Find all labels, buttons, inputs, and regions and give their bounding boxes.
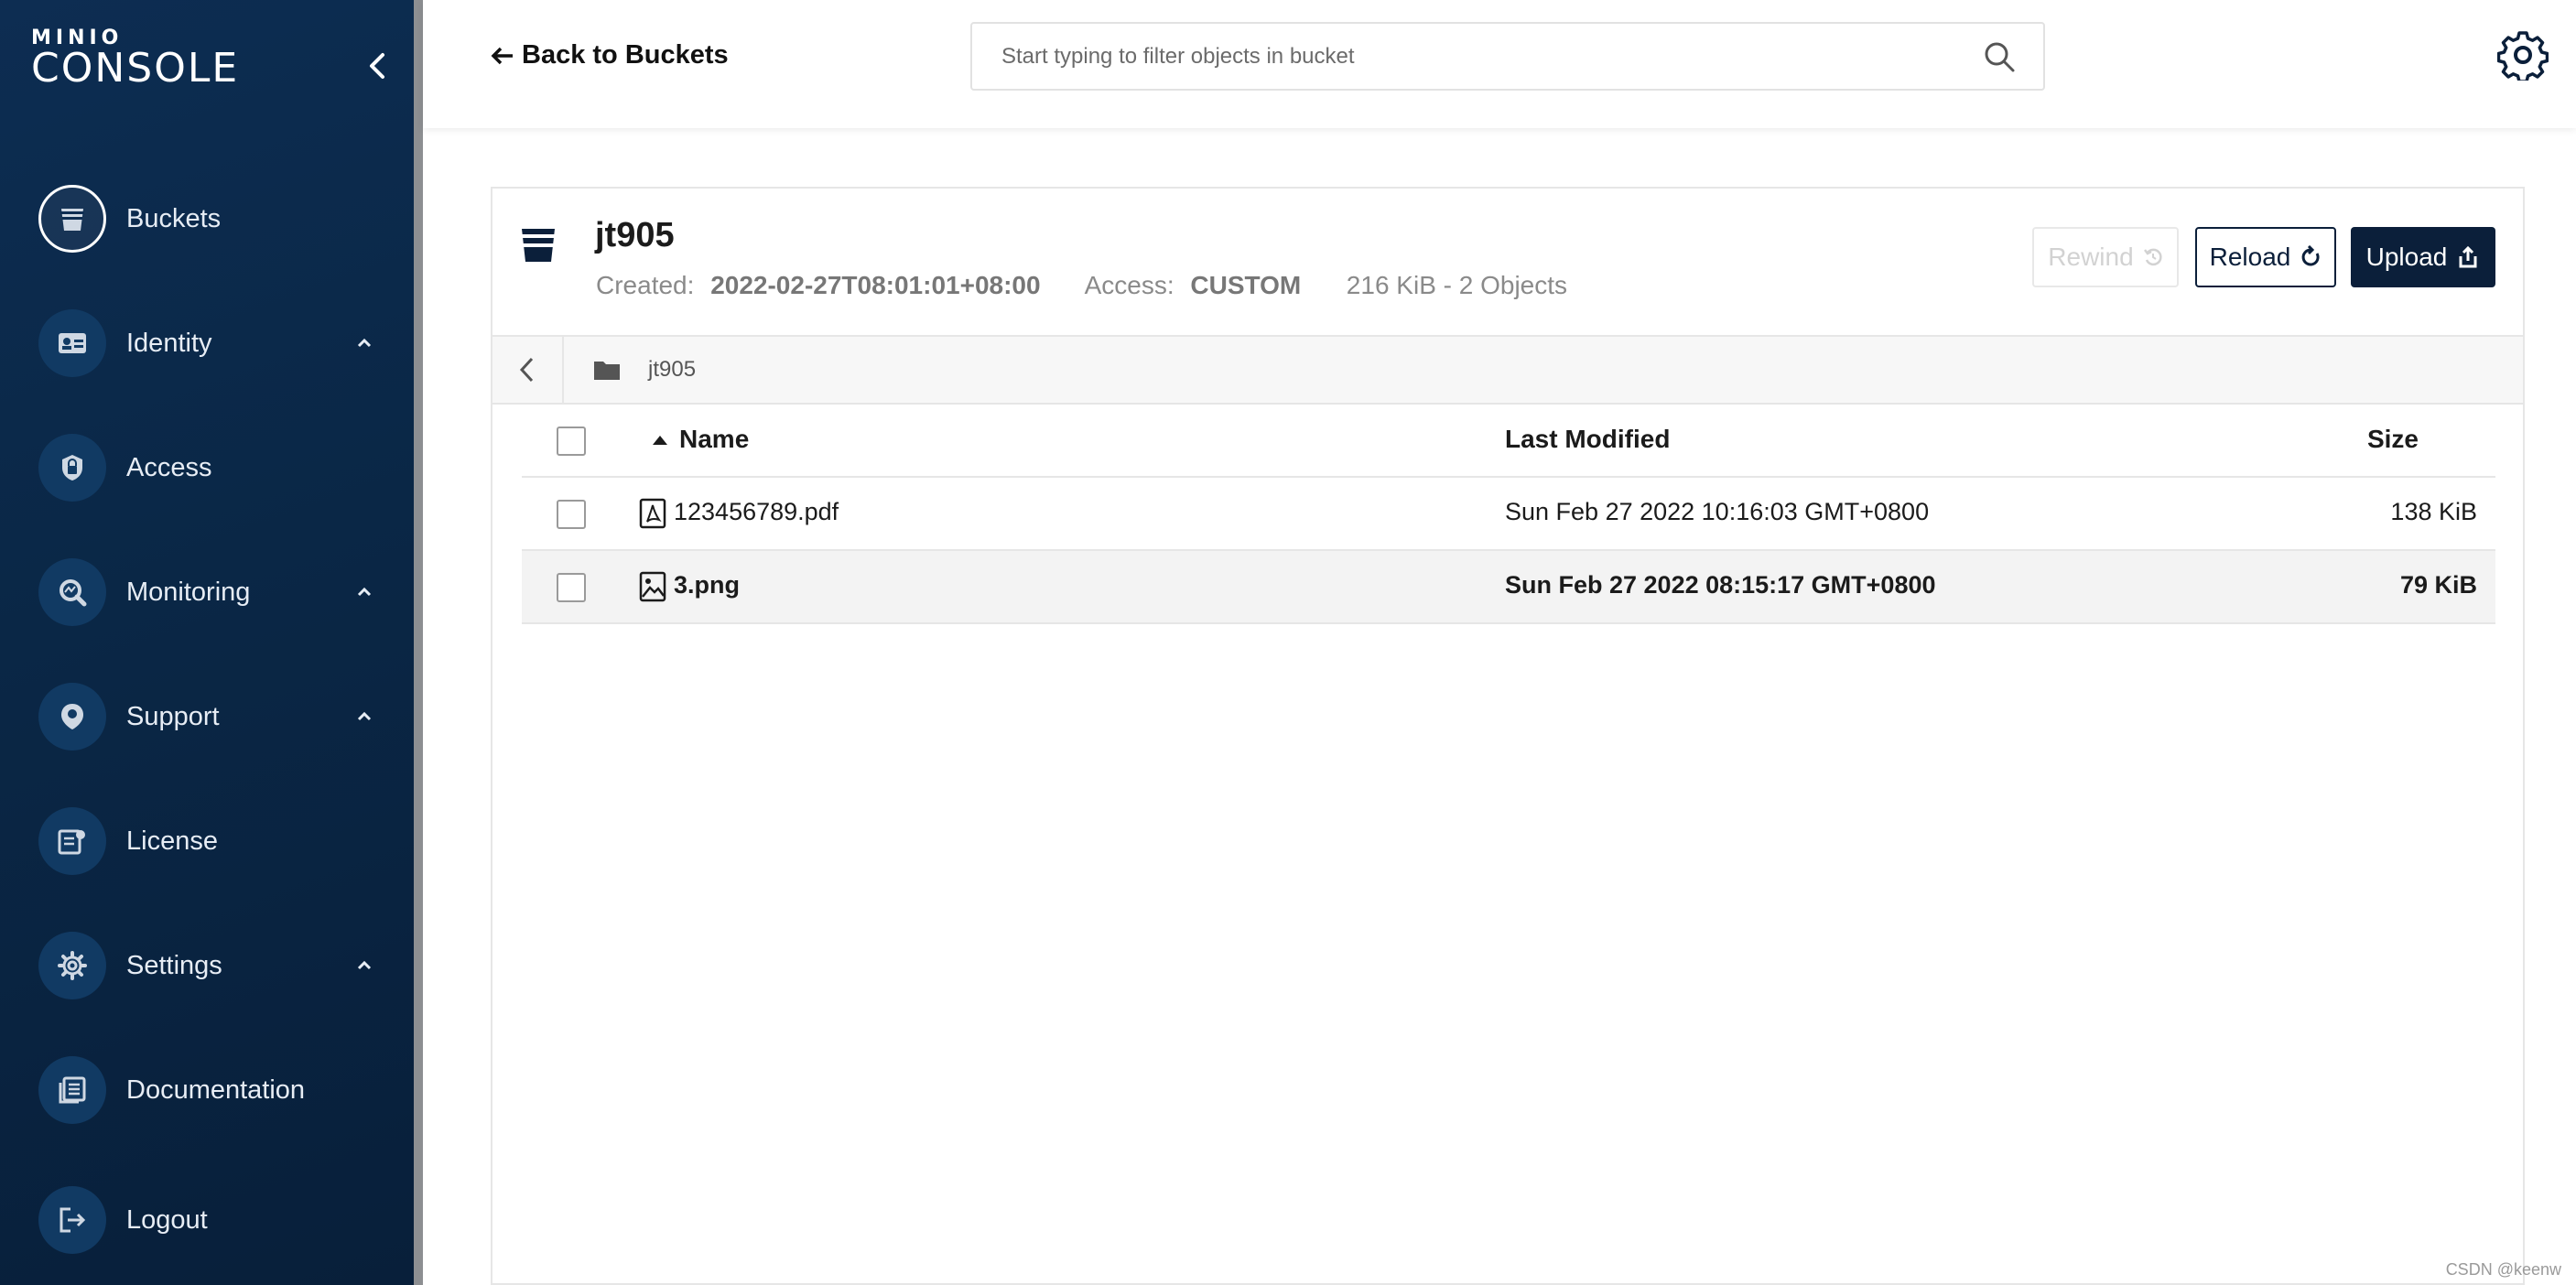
- sidebar-item-identity[interactable]: Identity: [0, 302, 414, 384]
- refresh-icon: [2301, 245, 2320, 266]
- sidebar-item-documentation[interactable]: Documentation: [0, 1049, 414, 1131]
- sidebar-item-label: Settings: [126, 950, 222, 980]
- access-value: CUSTOM: [1190, 271, 1302, 299]
- chevron-up-icon: [357, 960, 372, 970]
- breadcrumb: jt905: [492, 335, 2523, 405]
- column-header-last-modified[interactable]: Last Modified: [1505, 425, 1670, 454]
- license-icon: [38, 807, 106, 875]
- pdf-file-icon: [639, 498, 666, 529]
- column-header-name[interactable]: Name: [679, 425, 749, 454]
- search-input[interactable]: [972, 24, 1961, 89]
- chevron-up-icon: [357, 338, 372, 348]
- upload-label: Upload: [2365, 243, 2448, 271]
- rewind-button[interactable]: Rewind: [2032, 227, 2179, 287]
- lock-icon: [38, 434, 106, 502]
- folder-icon: [594, 362, 620, 380]
- chevron-left-icon: [370, 53, 384, 79]
- sidebar-item-label: Logout: [126, 1204, 208, 1235]
- rewind-label: Rewind: [2048, 243, 2134, 271]
- access-label: Access:: [1084, 271, 1174, 299]
- sidebar-item-label: Access: [126, 452, 212, 482]
- table-row[interactable]: 123456789.pdf Sun Feb 27 2022 10:16:03 G…: [522, 478, 2495, 551]
- file-size: 79 KiB: [2399, 571, 2477, 599]
- bucket-title: jt905: [595, 216, 675, 254]
- sidebar-item-label: Buckets: [126, 203, 222, 233]
- arrow-left-icon: [491, 47, 513, 64]
- chevron-left-icon: [519, 357, 534, 383]
- sidebar-item-label: Documentation: [126, 1074, 306, 1105]
- sidebar-item-logout[interactable]: Logout: [0, 1179, 414, 1261]
- upload-icon: [2459, 245, 2477, 268]
- image-file-icon: [639, 571, 666, 602]
- reload-button[interactable]: Reload: [2195, 227, 2336, 287]
- table-row[interactable]: 3.png Sun Feb 27 2022 08:15:17 GMT+0800 …: [522, 551, 2495, 624]
- minio-console-logo[interactable]: MINIO CONSOLE: [31, 27, 239, 90]
- logout-icon: [38, 1186, 106, 1254]
- upload-button[interactable]: Upload: [2351, 227, 2495, 287]
- breadcrumb-path[interactable]: jt905: [648, 357, 696, 383]
- sidebar-item-label: Monitoring: [126, 577, 251, 607]
- sidebar-item-support[interactable]: Support: [0, 675, 414, 758]
- sidebar-item-label: Identity: [126, 328, 212, 358]
- chevron-up-icon: [357, 711, 372, 721]
- column-header-size[interactable]: Size: [2367, 425, 2419, 454]
- back-to-buckets-label: Back to Buckets: [522, 40, 729, 70]
- sidebar-item-settings[interactable]: Settings: [0, 924, 414, 1007]
- id-card-icon: [38, 309, 106, 377]
- top-bar: Back to Buckets: [423, 0, 2576, 128]
- sidebar-item-buckets[interactable]: Buckets: [0, 178, 414, 260]
- sidebar: MINIO CONSOLE Buckets Identity Access Mo…: [0, 0, 423, 1285]
- file-name[interactable]: 3.png: [674, 571, 740, 599]
- sidebar-item-label: Support: [126, 701, 220, 731]
- sort-ascending-icon[interactable]: [652, 434, 668, 447]
- row-checkbox[interactable]: [557, 573, 586, 602]
- gear-icon[interactable]: [2497, 29, 2549, 81]
- table-header: Name Last Modified Size: [522, 405, 2495, 478]
- breadcrumb-back-button[interactable]: [492, 337, 564, 403]
- search-icon[interactable]: [1983, 40, 2016, 73]
- last-modified-value: Sun Feb 27 2022 08:15:17 GMT+0800: [1505, 571, 1936, 599]
- sidebar-item-access[interactable]: Access: [0, 427, 414, 509]
- bucket-icon: [38, 185, 106, 253]
- bucket-summary: 216 KiB - 2 Objects: [1346, 271, 1568, 299]
- last-modified-value: Sun Feb 27 2022 10:16:03 GMT+0800: [1505, 498, 1930, 525]
- sidebar-item-license[interactable]: License: [0, 800, 414, 882]
- reload-label: Reload: [2209, 243, 2291, 271]
- bucket-metadata: Created: 2022-02-27T08:01:01+08:00 Acces…: [596, 271, 1567, 300]
- back-to-buckets-link[interactable]: Back to Buckets: [491, 40, 729, 70]
- select-all-checkbox[interactable]: [557, 427, 586, 456]
- support-icon: [38, 683, 106, 750]
- created-label: Created:: [596, 271, 695, 299]
- chevron-up-icon: [357, 587, 372, 597]
- documentation-icon: [38, 1056, 106, 1124]
- logo-console-text: CONSOLE: [31, 45, 240, 92]
- history-icon: [2143, 248, 2162, 266]
- file-size: 138 KiB: [2390, 498, 2477, 525]
- monitoring-icon: [38, 558, 106, 626]
- row-checkbox[interactable]: [557, 500, 586, 529]
- watermark: CSDN @keenw: [2445, 1260, 2561, 1279]
- file-name[interactable]: 123456789.pdf: [674, 498, 839, 526]
- object-filter-search[interactable]: [970, 22, 2045, 91]
- sidebar-item-label: License: [126, 826, 218, 856]
- created-value: 2022-02-27T08:01:01+08:00: [710, 271, 1041, 299]
- sidebar-item-monitoring[interactable]: Monitoring: [0, 551, 414, 633]
- gear-icon: [38, 932, 106, 999]
- bucket-icon: [520, 229, 557, 262]
- collapse-sidebar-button[interactable]: [364, 49, 390, 82]
- bucket-browser-panel: jt905 Created: 2022-02-27T08:01:01+08:00…: [491, 187, 2525, 1285]
